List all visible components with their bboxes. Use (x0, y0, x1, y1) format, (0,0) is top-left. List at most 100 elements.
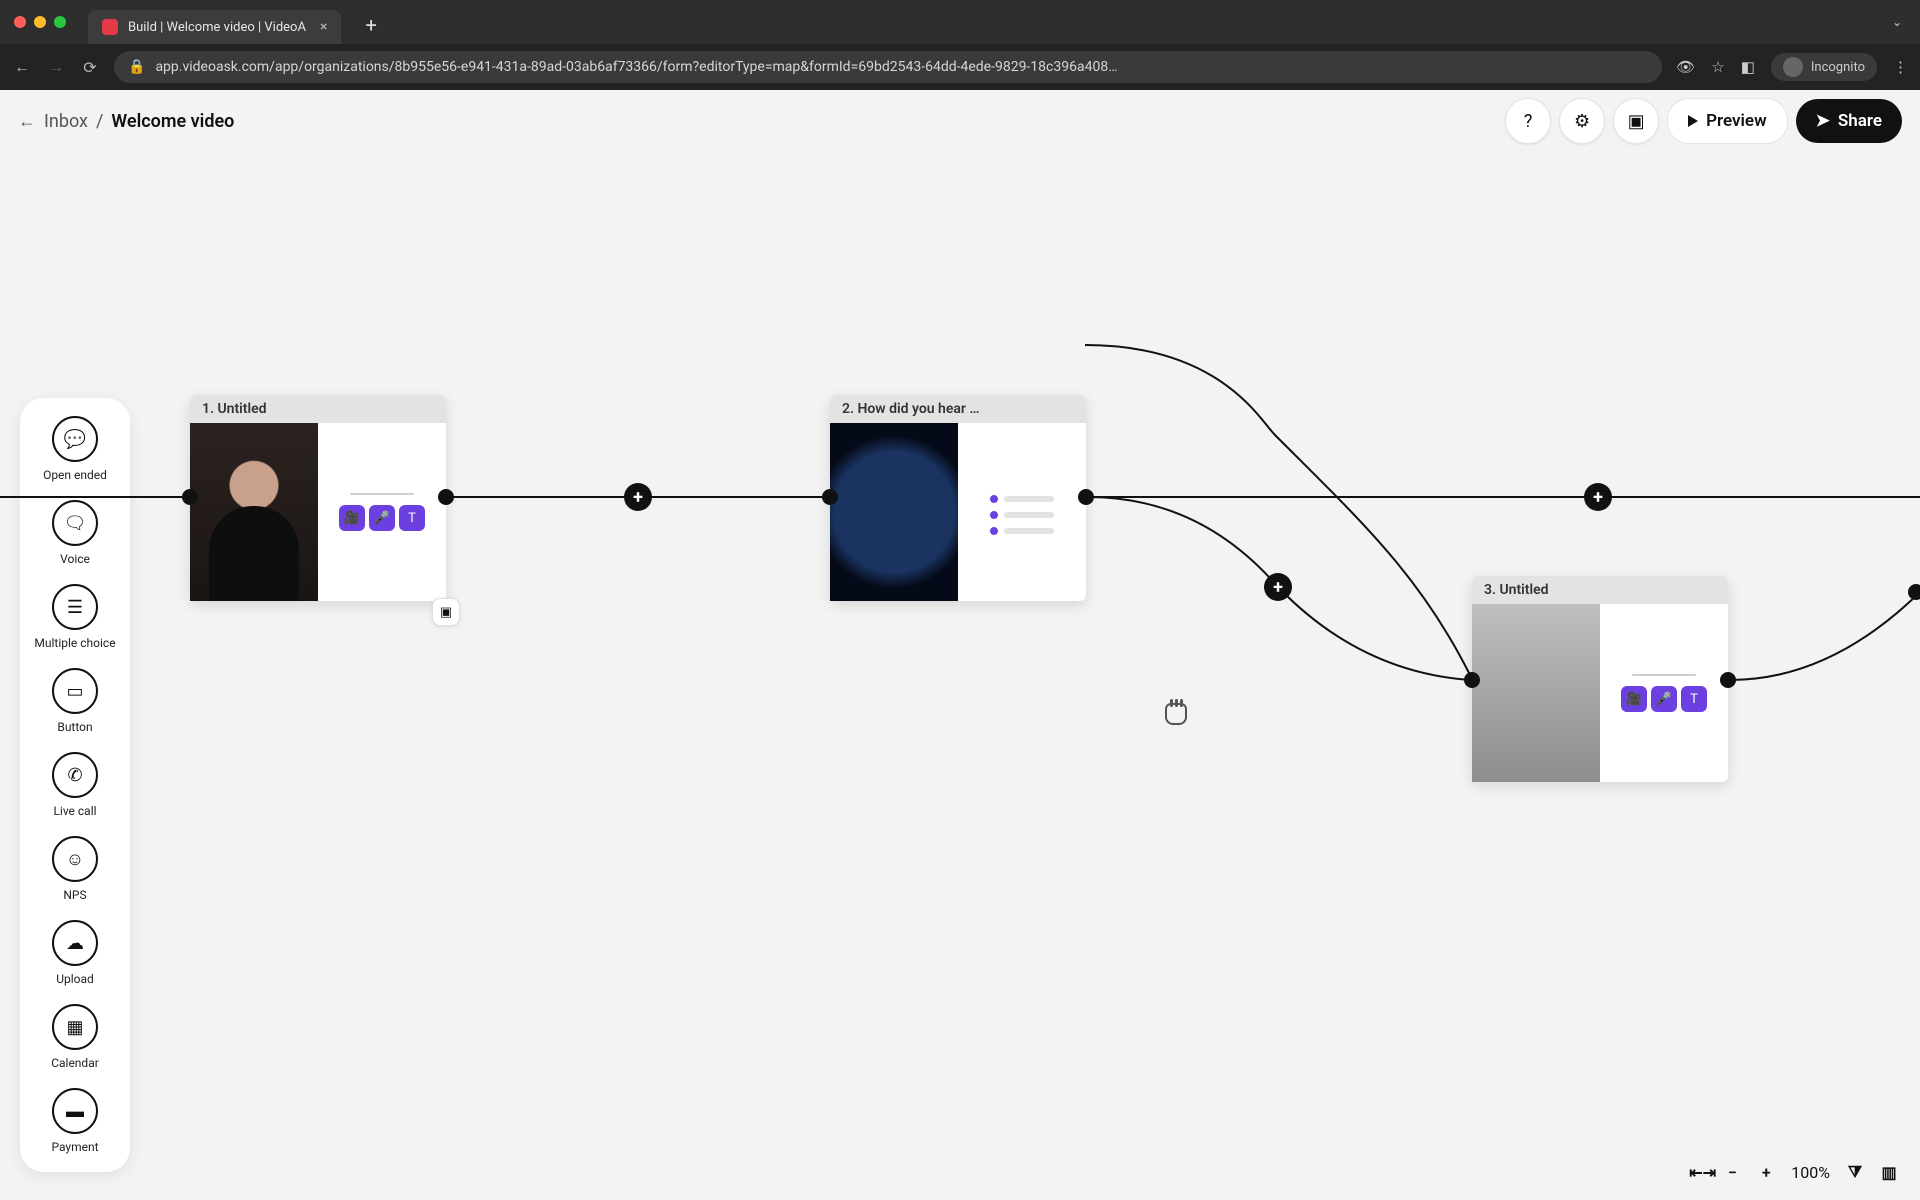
add-step-button[interactable]: + (1264, 573, 1292, 601)
smile-icon: ☺ (66, 849, 84, 870)
fit-width-icon[interactable]: ⇤⇥ (1689, 1163, 1707, 1182)
placeholder-line (350, 493, 414, 495)
flow-node-3[interactable]: 3. Untitled 🎥 🎤 T (1472, 576, 1728, 782)
browser-menu-icon[interactable]: ⋮ (1893, 58, 1908, 76)
placeholder-line (1632, 674, 1696, 676)
window-minimize-icon[interactable] (34, 16, 46, 28)
tool-open-ended[interactable]: 💬 Open ended (43, 416, 107, 482)
zoom-in-button[interactable]: + (1757, 1163, 1775, 1182)
help-icon: ? (1524, 111, 1533, 132)
choice-option (990, 527, 1054, 535)
lock-icon: 🔒 (128, 59, 145, 75)
node-output-port[interactable] (1078, 489, 1094, 505)
nav-reload-icon[interactable]: ⟳ (80, 58, 100, 77)
upload-icon: ☁ (66, 933, 84, 954)
tab-title: Build | Welcome video | VideoA (128, 20, 306, 35)
node-answer-preview (958, 423, 1086, 601)
tab-overflow-icon[interactable]: ⌄ (1892, 15, 1902, 29)
tool-voice[interactable]: 🗨 Voice (52, 500, 98, 566)
node-thumbnail (190, 423, 318, 601)
window-controls[interactable] (14, 16, 66, 28)
incognito-icon (1783, 57, 1803, 77)
phone-icon: ✆ (67, 765, 82, 786)
zoom-out-button[interactable]: − (1723, 1163, 1741, 1182)
window-close-icon[interactable] (14, 16, 26, 28)
url-input[interactable]: 🔒 app.videoask.com/app/organizations/8b9… (114, 51, 1662, 83)
browser-tab-strip: Build | Welcome video | VideoA × + ⌄ (0, 0, 1920, 44)
flow-node-2[interactable]: 2. How did you hear … (830, 395, 1086, 601)
node-output-port[interactable] (1720, 672, 1736, 688)
grab-cursor-icon (1165, 703, 1187, 725)
bookmark-star-icon[interactable]: ☆ (1711, 58, 1724, 76)
tool-label: Upload (56, 972, 94, 986)
tool-palette: 💬 Open ended 🗨 Voice ☰ Multiple choice ▭… (20, 398, 130, 1172)
node-output-port[interactable] (438, 489, 454, 505)
tool-live-call[interactable]: ✆ Live call (52, 752, 98, 818)
flow-node-1[interactable]: 1. Untitled 🎥 🎤 T (190, 395, 446, 601)
add-step-button[interactable]: + (1584, 483, 1612, 511)
play-icon (1688, 115, 1698, 127)
node-thumbnail (830, 423, 958, 601)
incognito-badge[interactable]: Incognito (1771, 53, 1877, 81)
tool-label: Multiple choice (34, 636, 115, 650)
send-icon: ➤ (1816, 111, 1830, 131)
share-label: Share (1838, 111, 1882, 131)
audio-answer-icon: 🎤 (369, 505, 395, 531)
add-step-button[interactable]: + (624, 483, 652, 511)
url-text: app.videoask.com/app/organizations/8b955… (155, 59, 1117, 75)
choice-option (990, 511, 1054, 519)
tool-label: Payment (51, 1140, 98, 1154)
zoom-controls: ⇤⇥ − + 100% ⧩ ▥ (1689, 1162, 1898, 1182)
incognito-label: Incognito (1811, 60, 1865, 75)
preview-label: Preview (1706, 111, 1767, 131)
extensions-icon[interactable]: ◧ (1741, 58, 1755, 76)
tool-calendar[interactable]: ▦ Calendar (51, 1004, 99, 1070)
node-contact-button[interactable]: ▣ (432, 598, 460, 626)
audio-answer-icon: 🎤 (1651, 686, 1677, 712)
window-zoom-icon[interactable] (54, 16, 66, 28)
video-answer-icon: 🎥 (339, 505, 365, 531)
responses-button[interactable]: ▣ (1613, 98, 1659, 144)
tool-button[interactable]: ▭ Button (52, 668, 98, 734)
browser-toolbar: ← → ⟳ 🔒 app.videoask.com/app/organizatio… (0, 44, 1920, 90)
grid-view-icon[interactable]: ▥ (1880, 1163, 1898, 1182)
tool-label: Voice (60, 552, 90, 566)
share-button[interactable]: ➤ Share (1796, 99, 1902, 143)
node-answer-preview: 🎥 🎤 T (1600, 604, 1728, 782)
filter-icon[interactable]: ⧩ (1846, 1162, 1864, 1182)
node-input-port[interactable] (1908, 584, 1920, 600)
tool-upload[interactable]: ☁ Upload (52, 920, 98, 986)
chat-bubble-icon: 💬 (64, 429, 86, 450)
node-thumbnail (1472, 604, 1600, 782)
node-input-port[interactable] (822, 489, 838, 505)
card-icon: ▬ (66, 1101, 84, 1122)
node-input-port[interactable] (182, 489, 198, 505)
breadcrumb-sep: / (96, 111, 103, 132)
eye-off-icon[interactable]: 👁 (1676, 58, 1695, 76)
tool-multiple-choice[interactable]: ☰ Multiple choice (34, 584, 115, 650)
text-answer-icon: T (1681, 686, 1707, 712)
app-header: ← Inbox / Welcome video ? ⚙ ▣ Preview ➤ … (0, 90, 1920, 152)
help-button[interactable]: ? (1505, 98, 1551, 144)
tab-close-icon[interactable]: × (320, 19, 327, 35)
nav-forward-icon[interactable]: → (46, 57, 66, 77)
tool-label: Live call (53, 804, 96, 818)
calendar-icon: ▦ (66, 1017, 83, 1038)
tool-label: NPS (63, 888, 86, 902)
breadcrumb: ← Inbox / Welcome video (18, 111, 234, 132)
tool-payment[interactable]: ▬ Payment (51, 1088, 98, 1154)
flow-canvas[interactable]: 💬 Open ended 🗨 Voice ☰ Multiple choice ▭… (0, 152, 1920, 1200)
browser-tab[interactable]: Build | Welcome video | VideoA × (88, 10, 341, 44)
preview-button[interactable]: Preview (1667, 98, 1788, 144)
tool-nps[interactable]: ☺ NPS (52, 836, 98, 902)
breadcrumb-inbox[interactable]: Inbox (44, 111, 88, 132)
node-input-port[interactable] (1464, 672, 1480, 688)
node-title: 3. Untitled (1472, 576, 1728, 604)
new-tab-button[interactable]: + (365, 13, 376, 37)
node-title: 1. Untitled (190, 395, 446, 423)
back-arrow-icon[interactable]: ← (18, 111, 36, 132)
node-answer-preview: 🎥 🎤 T (318, 423, 446, 601)
text-answer-icon: T (399, 505, 425, 531)
nav-back-icon[interactable]: ← (12, 57, 32, 77)
settings-button[interactable]: ⚙ (1559, 98, 1605, 144)
